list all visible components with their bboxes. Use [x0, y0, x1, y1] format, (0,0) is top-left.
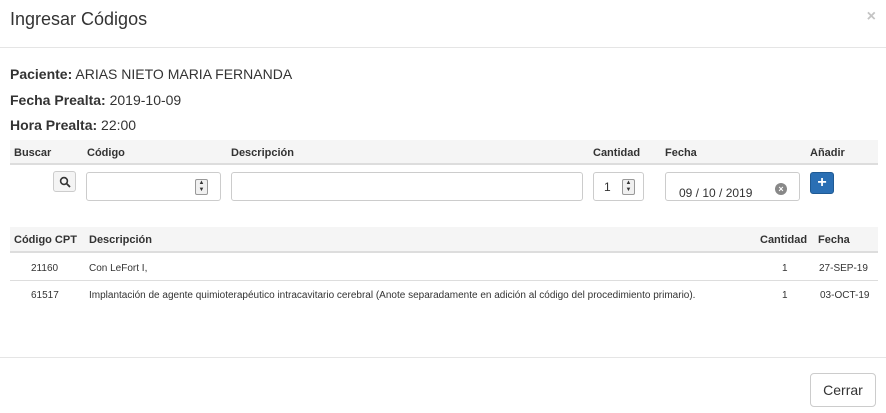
header-cantidad: Cantidad — [593, 147, 641, 159]
header-descripcion: Descripción — [231, 147, 294, 159]
hora-prealta-row: Hora Prealta: 22:00 — [10, 117, 136, 133]
cell-fecha: 27-SEP-19 — [819, 263, 868, 274]
cell-cantidad: 1 — [782, 290, 788, 301]
fecha-input[interactable]: 09 / 10 / 2019 × — [665, 172, 800, 201]
cell-descripcion: Con LeFort I, — [89, 263, 148, 274]
entry-header: Buscar Código Descripción Cantidad Fecha… — [10, 140, 878, 165]
add-button[interactable]: + — [810, 172, 834, 194]
fecha-prealta-label: Fecha Prealta: — [10, 92, 106, 108]
modal-header: Ingresar Códigos × — [0, 0, 886, 48]
paciente-row: Paciente: ARIAS NIETO MARIA FERNANDA — [10, 66, 292, 82]
close-icon[interactable]: × — [867, 8, 876, 26]
paciente-label: Paciente: — [10, 66, 73, 82]
cell-fecha: 03-OCT-19 — [820, 290, 870, 301]
fecha-prealta-row: Fecha Prealta: 2019-10-09 — [10, 92, 181, 108]
hora-prealta-label: Hora Prealta: — [10, 117, 98, 133]
cerrar-button[interactable]: Cerrar — [810, 373, 876, 407]
cantidad-input[interactable]: 1 ▲ ▼ — [593, 172, 644, 201]
descripcion-input[interactable] — [231, 172, 583, 201]
col-fecha: Fecha — [818, 234, 850, 246]
modal-title: Ingresar Códigos — [10, 9, 148, 29]
table-row: 21160 Con LeFort I, 1 27-SEP-19 — [10, 254, 878, 281]
search-icon — [59, 176, 71, 188]
col-cantidad: Cantidad — [760, 234, 808, 246]
col-codigo-cpt: Código CPT — [14, 234, 77, 246]
header-anadir: Añadir — [810, 147, 845, 159]
search-button[interactable] — [53, 171, 76, 192]
col-descripcion: Descripción — [89, 234, 152, 246]
header-fecha: Fecha — [665, 147, 697, 159]
cell-cantidad: 1 — [782, 263, 788, 274]
plus-icon: + — [817, 174, 827, 191]
codigo-input[interactable]: ▲ ▼ — [86, 172, 221, 201]
table-row: 61517 Implantación de agente quimioterap… — [10, 281, 878, 308]
hora-prealta-value: 22:00 — [101, 117, 137, 133]
cell-codigo: 21160 — [31, 263, 59, 274]
spinner-icon[interactable]: ▲ ▼ — [195, 179, 208, 195]
cell-descripcion: Implantación de agente quimioterapéutico… — [89, 290, 696, 301]
fecha-input-value: 09 / 10 / 2019 — [679, 186, 753, 200]
fecha-prealta-value: 2019-10-09 — [109, 92, 182, 108]
clear-icon[interactable]: × — [775, 183, 787, 195]
table-header: Código CPT Descripción Cantidad Fecha — [10, 227, 878, 253]
header-buscar: Buscar — [14, 147, 52, 159]
paciente-value: ARIAS NIETO MARIA FERNANDA — [75, 66, 293, 82]
cantidad-input-value: 1 — [604, 180, 611, 194]
spinner-icon[interactable]: ▲ ▼ — [622, 179, 635, 195]
header-codigo: Código — [87, 147, 125, 159]
cell-codigo: 61517 — [31, 290, 59, 301]
modal-footer — [0, 357, 886, 413]
